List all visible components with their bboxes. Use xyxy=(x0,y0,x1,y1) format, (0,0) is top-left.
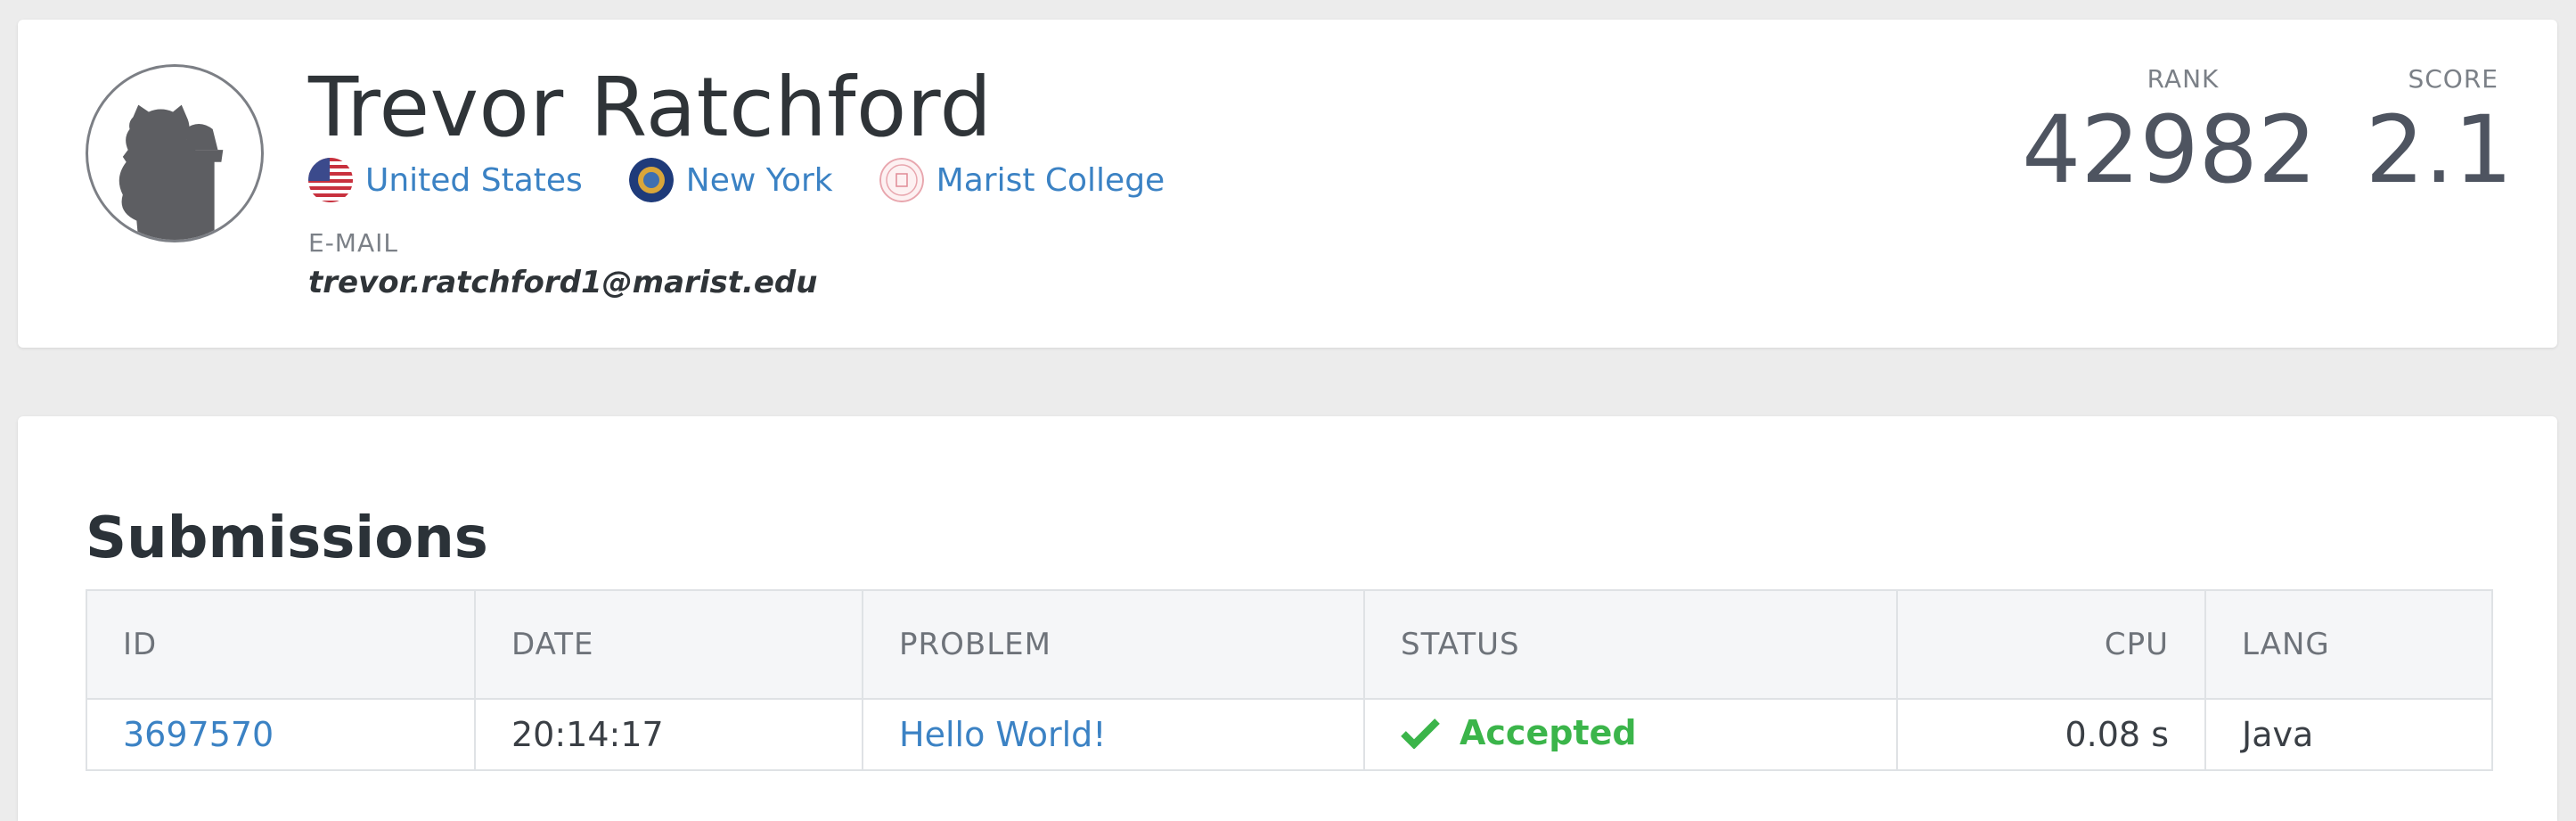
user-name: Trevor Ratchford xyxy=(308,60,993,155)
submissions-title: Submissions xyxy=(86,505,488,571)
affiliation-school-label: Marist College xyxy=(936,161,1165,199)
submissions-card: Submissions ID DATE PROBLEM STATUS CPU L… xyxy=(18,416,2557,821)
table-header-row: ID DATE PROBLEM STATUS CPU LANG xyxy=(86,589,2493,700)
affiliation-country-link[interactable]: United States xyxy=(308,158,583,202)
checkmark-icon xyxy=(1401,718,1440,749)
profile-card: Trevor Ratchford United States New York … xyxy=(18,20,2557,348)
avatar xyxy=(86,64,264,242)
column-header-problem[interactable]: PROBLEM xyxy=(862,589,1365,700)
submission-status: Accepted xyxy=(1401,713,1637,752)
default-avatar-icon xyxy=(119,104,224,240)
score-label: SCORE xyxy=(2408,64,2498,94)
rank-label: RANK xyxy=(2147,64,2220,94)
email-label: E-MAIL xyxy=(308,228,398,258)
submissions-table: ID DATE PROBLEM STATUS CPU LANG 3697570 … xyxy=(86,589,2493,771)
column-header-lang[interactable]: LANG xyxy=(2204,589,2493,700)
column-header-status[interactable]: STATUS xyxy=(1363,589,1898,700)
table-row: 3697570 20:14:17 Hello World! Accepted 0… xyxy=(86,698,2493,771)
submission-cpu: 0.08 s xyxy=(1896,698,2206,771)
rank-value: 42982 xyxy=(2022,95,2317,204)
score-stat: SCORE 2.1 xyxy=(2352,64,2513,204)
affiliation-school-link[interactable]: Marist College xyxy=(879,158,1165,202)
new-york-seal-icon xyxy=(628,158,674,202)
affiliation-country-label: United States xyxy=(365,161,583,199)
column-header-id[interactable]: ID xyxy=(86,589,476,700)
affiliation-state-link[interactable]: New York xyxy=(628,158,833,202)
column-header-date[interactable]: DATE xyxy=(474,589,863,700)
score-value: 2.1 xyxy=(2365,95,2513,204)
submission-lang: Java xyxy=(2204,698,2493,771)
us-flag-icon xyxy=(308,158,353,202)
rank-stat: RANK 42982 xyxy=(2014,64,2317,204)
submission-status-label: Accepted xyxy=(1460,712,1637,752)
affiliation-state-label: New York xyxy=(685,161,833,199)
submission-id-link[interactable]: 3697570 xyxy=(123,715,274,754)
marist-college-seal-icon xyxy=(879,158,924,202)
submission-date: 20:14:17 xyxy=(474,698,863,771)
affiliations: United States New York Marist College xyxy=(308,155,1211,205)
column-header-cpu[interactable]: CPU xyxy=(1896,589,2206,700)
email-value: trevor.ratchford1@marist.edu xyxy=(308,265,818,300)
submission-problem-link[interactable]: Hello World! xyxy=(899,715,1107,754)
